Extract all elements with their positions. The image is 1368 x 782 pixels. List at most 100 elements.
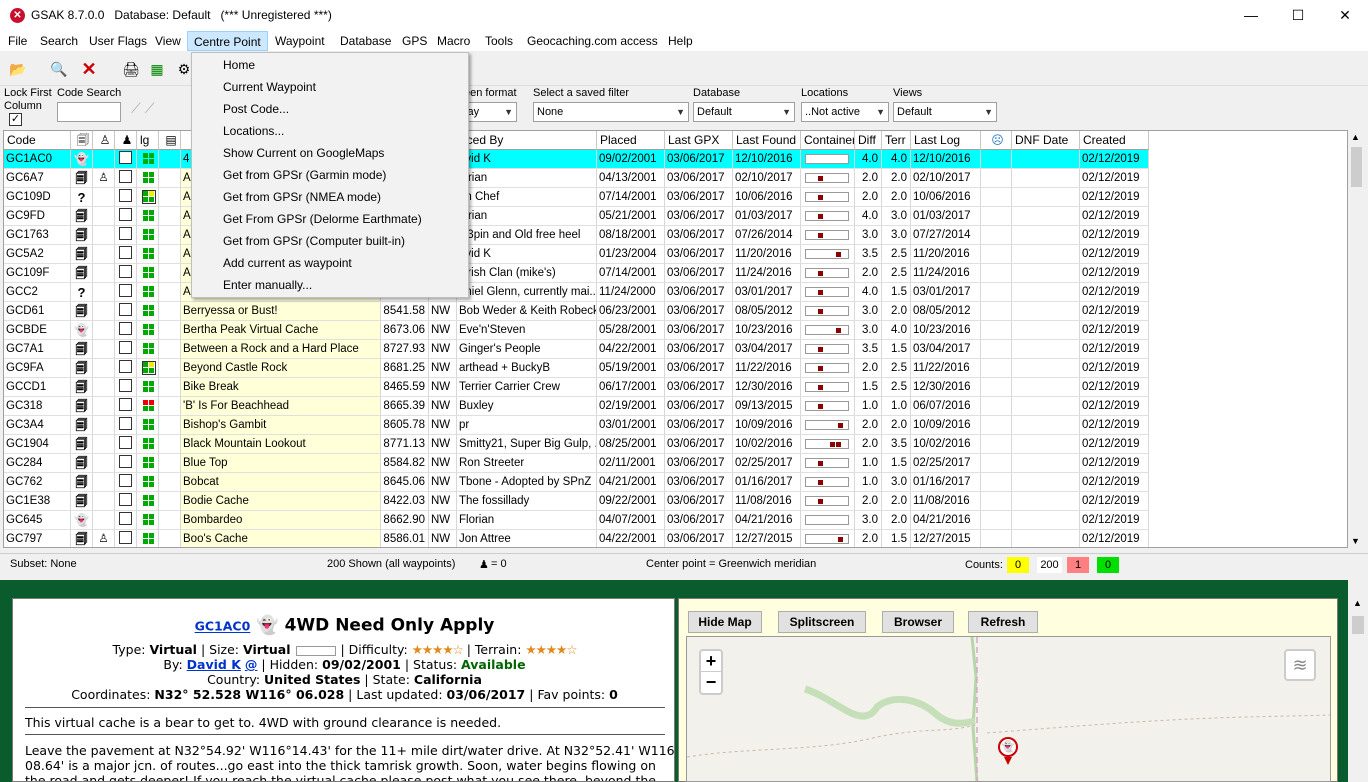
found-checkbox[interactable] <box>119 246 132 260</box>
cache-code-link[interactable]: GC1AC0 <box>195 619 251 634</box>
found-checkbox[interactable] <box>119 151 132 165</box>
menu-user-flags[interactable]: User Flags <box>83 31 153 51</box>
table-row[interactable]: GC9FD 🗐 Alorian 05/21/2001 03/06/2017 01/03/2… <box>4 207 1149 226</box>
cell-found-checkbox[interactable] <box>115 207 137 226</box>
table-row[interactable]: GC318 🗐 'B' Is For Beachhead 8665.39 NW Buxle… <box>4 397 1149 416</box>
cell-found-checkbox[interactable] <box>115 283 137 302</box>
cell-found-checkbox[interactable] <box>115 169 137 188</box>
found-checkbox[interactable] <box>119 322 132 336</box>
table-row[interactable]: GC645 👻 Bombardeo 8662.90 NW Florian 04/07/200… <box>4 511 1149 530</box>
table-row[interactable]: GC1763 🗐 Aki3pin and Old free heel 08/18/20… <box>4 226 1149 245</box>
menu-gps[interactable]: GPS <box>396 31 433 51</box>
zoom-in-button[interactable]: + <box>701 651 721 672</box>
menu-item-enter-manually[interactable]: Enter manually... <box>223 274 312 296</box>
grid-icon[interactable]: ▦ <box>148 60 166 78</box>
cell-found-checkbox[interactable] <box>115 340 137 359</box>
table-row[interactable]: GCCD1 🗐 Bike Break 8465.59 NW Terrier Carrier… <box>4 378 1149 397</box>
found-checkbox[interactable] <box>119 512 132 526</box>
menu-file[interactable]: File <box>2 31 33 51</box>
scroll-up-icon[interactable]: ▲ <box>1353 598 1362 608</box>
found-checkbox[interactable] <box>119 360 132 374</box>
cell-found-checkbox[interactable] <box>115 302 137 321</box>
found-checkbox[interactable] <box>119 417 132 431</box>
found-checkbox[interactable] <box>119 341 132 355</box>
menu-search[interactable]: Search <box>34 31 84 51</box>
col-dnf-date[interactable]: DNF Date <box>1012 131 1080 150</box>
grid-scrollbar[interactable] <box>1348 130 1365 548</box>
locations-select[interactable]: ..Not active ▼ <box>801 102 889 122</box>
menu-item-show-googlemaps[interactable]: Show Current on GoogleMaps <box>223 142 384 164</box>
col-placed-by[interactable]: aced By <box>457 131 597 150</box>
map-view[interactable]: + − ≋ 👻 <box>686 636 1331 782</box>
menu-item-post-code[interactable]: Post Code... <box>223 98 289 120</box>
splitscreen-button[interactable]: Splitscreen <box>778 611 866 633</box>
print-preview-icon[interactable]: 🔍 <box>50 60 68 78</box>
lower-scrollbar[interactable]: ▲ <box>1348 580 1368 782</box>
col-last-gpx[interactable]: Last GPX <box>665 131 733 150</box>
found-checkbox[interactable] <box>119 436 132 450</box>
table-row[interactable]: GC109F 🗐 Aclrish Clan (mike's) 07/14/2001 03… <box>4 264 1149 283</box>
lower-scroll-thumb[interactable] <box>1352 616 1364 634</box>
col-lg[interactable]: lg <box>137 131 159 150</box>
col-notes-icon[interactable]: ▤ <box>159 131 181 150</box>
col-dnf-smiley-icon[interactable]: ☹ <box>981 131 1012 150</box>
cell-found-checkbox[interactable] <box>115 435 137 454</box>
menu-centre-point[interactable]: Centre Point <box>187 31 268 51</box>
menu-item-gpsr-delorme[interactable]: Get From GPSr (Delorme Earthmate) <box>223 208 422 230</box>
cell-found-checkbox[interactable] <box>115 321 137 340</box>
found-checkbox[interactable] <box>119 474 132 488</box>
cell-found-checkbox[interactable] <box>115 226 137 245</box>
menu-item-gpsr-nmea[interactable]: Get from GPSr (NMEA mode) <box>223 186 381 208</box>
menu-item-gpsr-builtin[interactable]: Get from GPSr (Computer built-in) <box>223 230 405 252</box>
menu-waypoint[interactable]: Waypoint <box>269 31 331 51</box>
table-row[interactable]: GC9FA 🗐 Beyond Castle Rock 8681.25 NW arthead… <box>4 359 1149 378</box>
found-checkbox[interactable] <box>119 398 132 412</box>
cell-found-checkbox[interactable] <box>115 511 137 530</box>
cell-found-checkbox[interactable] <box>115 397 137 416</box>
table-row[interactable]: GCC2? Aaniel Glenn, currently mai... 11/24… <box>4 283 1149 302</box>
open-folder-icon[interactable]: 📂 <box>9 60 27 78</box>
table-row[interactable]: GC6A7 🗐 ♙ Alorian 04/13/2001 03/06/2017 02/10/… <box>4 169 1149 188</box>
close-button[interactable]: ✕ <box>1322 0 1368 31</box>
found-checkbox[interactable] <box>119 493 132 507</box>
cell-found-checkbox[interactable] <box>115 454 137 473</box>
table-row[interactable]: GC762 🗐 Bobcat 8645.06 NW Tbone - Adopted by … <box>4 473 1149 492</box>
owner-at-link[interactable]: @ <box>245 657 258 672</box>
cell-found-checkbox[interactable] <box>115 473 137 492</box>
hide-map-button[interactable]: Hide Map <box>688 611 762 633</box>
menu-item-gpsr-garmin[interactable]: Get from GPSr (Garmin mode) <box>223 164 386 186</box>
col-found-icon[interactable]: ♟ <box>115 131 137 150</box>
menu-database[interactable]: Database <box>334 31 397 51</box>
found-checkbox[interactable] <box>119 455 132 469</box>
menu-item-current-waypoint[interactable]: Current Waypoint <box>223 76 316 98</box>
cell-found-checkbox[interactable] <box>115 416 137 435</box>
table-row[interactable]: GC1E38 🗐 Bodie Cache 8422.03 NW The fossillad… <box>4 492 1149 511</box>
found-checkbox[interactable] <box>119 208 132 222</box>
col-type-icon[interactable]: 🗐 <box>71 131 93 150</box>
table-row[interactable]: GC5A2 🗐 Aavid K 01/23/2004 03/06/2017 11/20/2… <box>4 245 1149 264</box>
col-code[interactable]: Code <box>4 131 71 150</box>
menu-view[interactable]: View <box>149 31 187 51</box>
scroll-up-icon[interactable]: ▲ <box>1351 132 1360 142</box>
found-checkbox[interactable] <box>119 170 132 184</box>
table-row[interactable]: GC797 🗐 ♙ Boo's Cache 8586.01 NW Jon Attree 04/… <box>4 530 1149 547</box>
lock-first-column-checkbox[interactable]: ✓ <box>9 113 22 126</box>
menu-item-locations[interactable]: Locations... <box>223 120 284 142</box>
minimize-button[interactable]: — <box>1228 0 1274 31</box>
code-search-input[interactable] <box>57 102 121 122</box>
cell-found-checkbox[interactable] <box>115 492 137 511</box>
grid-scroll-thumb[interactable] <box>1351 147 1362 187</box>
found-checkbox[interactable] <box>119 303 132 317</box>
printer-icon[interactable]: 🖨 <box>122 60 140 78</box>
found-checkbox[interactable] <box>119 227 132 241</box>
database-select[interactable]: Default ▼ <box>693 102 795 122</box>
cell-found-checkbox[interactable] <box>115 188 137 207</box>
cache-marker-icon[interactable]: 👻 <box>998 737 1018 765</box>
menu-macro[interactable]: Macro <box>431 31 476 51</box>
table-row[interactable]: GC3A4 🗐 Bishop's Gambit 8605.78 NW pr 03/01/20… <box>4 416 1149 435</box>
layers-icon[interactable]: ≋ <box>1284 649 1316 681</box>
col-placed[interactable]: Placed <box>597 131 665 150</box>
table-row[interactable]: GC109D? Aon Chef 07/14/2001 03/06/2017 10/06… <box>4 188 1149 207</box>
cell-found-checkbox[interactable] <box>115 378 137 397</box>
menu-item-home[interactable]: Home <box>223 54 255 76</box>
